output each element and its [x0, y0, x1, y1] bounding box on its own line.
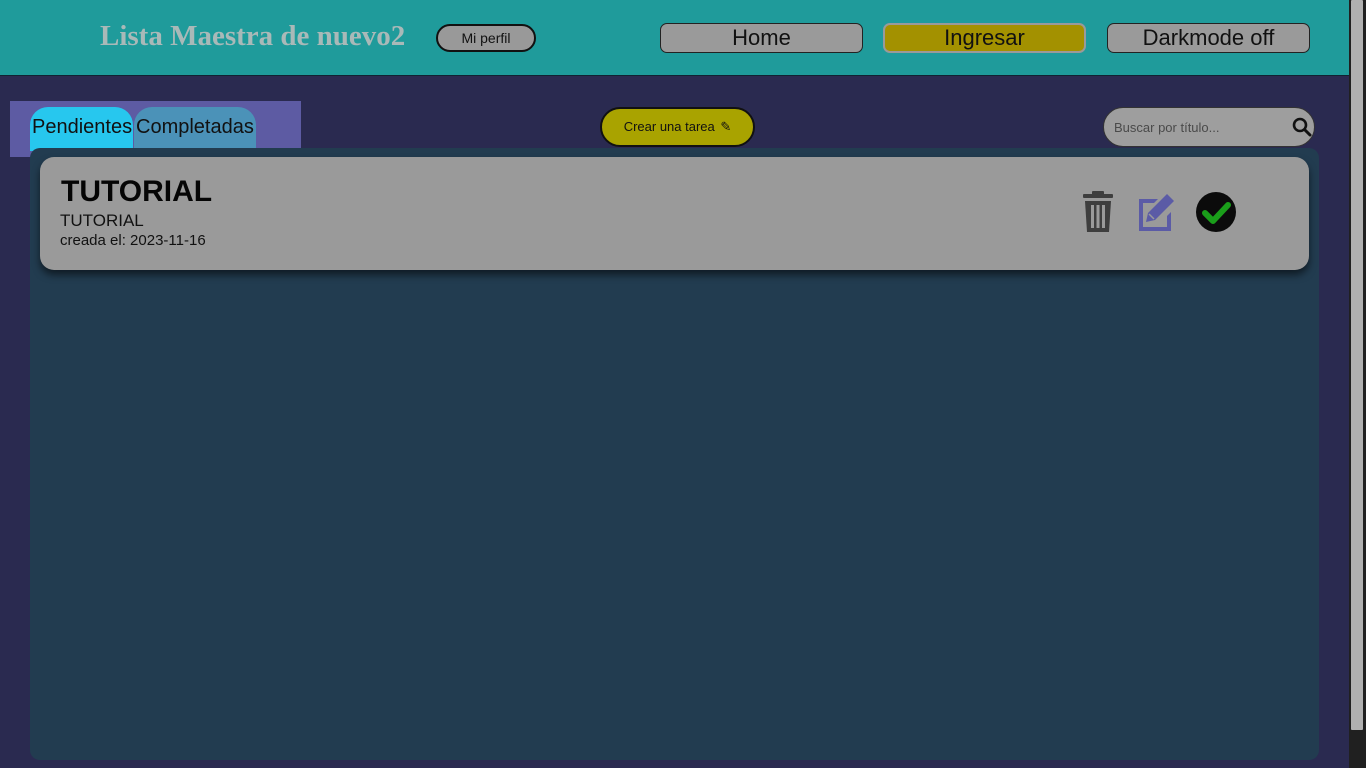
- task-created-row: creada el: 2023-11-16: [60, 232, 206, 249]
- profile-button[interactable]: Mi perfil: [436, 24, 536, 52]
- login-button[interactable]: Ingresar: [883, 23, 1086, 53]
- task-created-date: 2023-11-16: [130, 232, 206, 249]
- tab-pendientes[interactable]: Pendientes: [30, 107, 133, 151]
- trash-icon[interactable]: [1076, 190, 1120, 234]
- check-circle-icon[interactable]: [1194, 190, 1238, 234]
- darkmode-toggle-button[interactable]: Darkmode off: [1107, 23, 1310, 53]
- create-task-button[interactable]: Crear una tarea ✎: [600, 107, 755, 147]
- app-header: Lista Maestra de nuevo2 Mi perfil Home I…: [0, 0, 1349, 76]
- edit-icon[interactable]: [1134, 190, 1178, 234]
- tab-completadas[interactable]: Completadas: [134, 107, 256, 151]
- pencil-icon: ✎: [720, 119, 732, 134]
- task-title: TUTORIAL: [61, 175, 213, 208]
- task-card: TUTORIAL TUTORIAL creada el: 2023-11-16: [40, 157, 1309, 270]
- search-input[interactable]: [1114, 116, 1289, 138]
- home-button[interactable]: Home: [660, 23, 863, 53]
- scrollbar-thumb[interactable]: [1351, 0, 1363, 730]
- search-icon[interactable]: [1292, 117, 1312, 137]
- search-box: [1103, 107, 1315, 147]
- task-description: TUTORIAL: [60, 211, 144, 230]
- app-title: Lista Maestra de nuevo2: [100, 20, 406, 52]
- task-created-label: creada el:: [60, 232, 126, 249]
- create-task-label: Crear una tarea: [623, 119, 715, 134]
